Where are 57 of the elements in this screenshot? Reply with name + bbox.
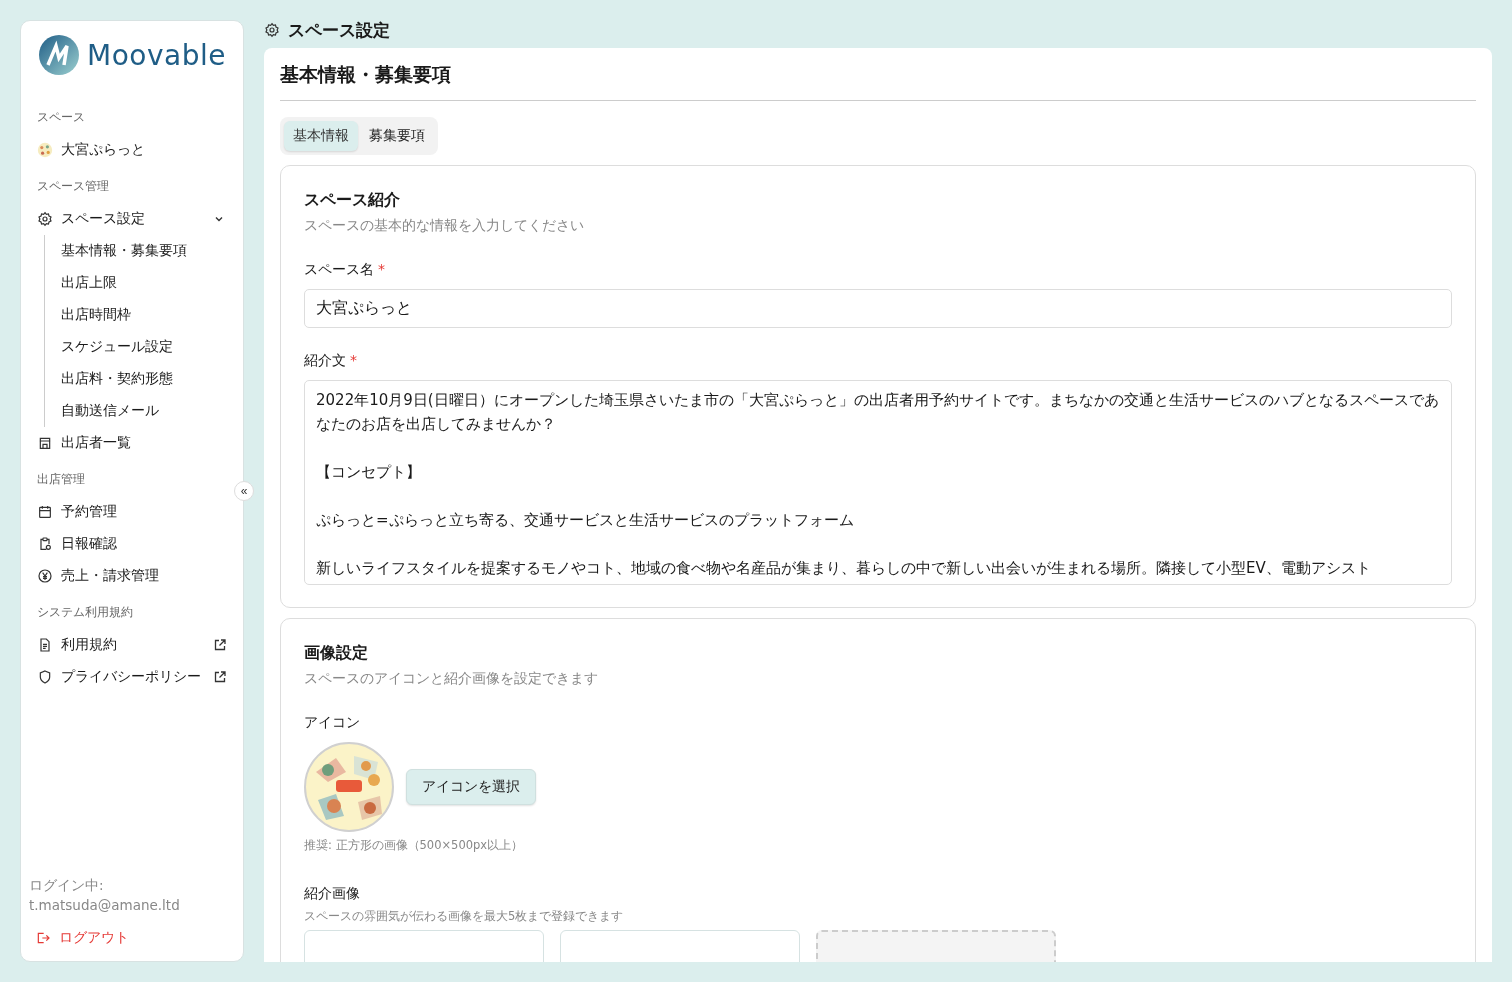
field-label: アイコン bbox=[304, 714, 360, 732]
panel-title: 基本情報・募集要項 bbox=[280, 62, 452, 87]
paragraph: 【コンセプト】 bbox=[316, 462, 422, 483]
login-label: ログイン中: bbox=[29, 876, 105, 895]
nav-item[interactable]: スペース設定 bbox=[37, 203, 227, 235]
field-label: 紹介文 bbox=[304, 352, 346, 370]
hint-text: スペースの雰囲気が伝わる画像を最大5枚まで登録できます bbox=[304, 909, 625, 924]
required-mark: * bbox=[378, 261, 385, 279]
settings-icon bbox=[37, 211, 53, 227]
document-icon bbox=[37, 637, 53, 653]
tab[interactable]: 基本情報 bbox=[284, 121, 358, 151]
paragraph: ぷらっと=ぷらっと立ち寄る、交通サービスと生活サービスのプラットフォーム bbox=[316, 510, 855, 531]
clipboard-icon bbox=[37, 536, 53, 552]
card-subtitle: スペースの基本的な情報を入力してください bbox=[304, 217, 585, 235]
logo-icon bbox=[39, 35, 79, 75]
logo-text: Moovable bbox=[87, 38, 226, 72]
section-label: 出店管理 bbox=[37, 471, 86, 488]
sub-nav-item[interactable]: 出店時間枠 bbox=[61, 299, 227, 331]
collapse-button[interactable]: « bbox=[234, 481, 254, 501]
yen-icon bbox=[37, 568, 53, 584]
textarea-field[interactable] bbox=[304, 380, 1452, 585]
select-icon-button[interactable]: アイコンを選択 bbox=[406, 769, 536, 805]
logout-icon bbox=[35, 930, 51, 946]
section-label: システム利用規約 bbox=[37, 604, 134, 621]
sub-nav-item[interactable]: 自動送信メール bbox=[61, 395, 227, 427]
sub-nav-item[interactable]: スケジュール設定 bbox=[61, 331, 227, 363]
avatar-icon bbox=[37, 142, 53, 158]
nav-item[interactable]: 出店者一覧 bbox=[37, 427, 227, 459]
paragraph: 2022年10月9日(日曜日）にオープンした埼玉県さいたま市の「大宮ぷらっと」の出店者用予約サイトです。まちなかの交通と生活サービスのハブとなるスペースであなたのお店を出店してみませんか？ bbox=[316, 390, 1440, 435]
sub-nav-item[interactable]: 出店上限 bbox=[61, 267, 227, 299]
nav-item[interactable]: 大宮ぷらっと bbox=[37, 134, 227, 166]
field-label: 紹介画像 bbox=[304, 885, 360, 903]
nav-item[interactable]: 売上・請求管理 bbox=[37, 560, 227, 592]
input-field[interactable]: 大宮ぷらっと bbox=[304, 289, 1452, 328]
nav-item[interactable]: 利用規約 bbox=[37, 629, 227, 661]
nav-item[interactable]: 予約管理 bbox=[37, 496, 227, 528]
logout-link[interactable]: ログアウト bbox=[35, 929, 129, 947]
login-email: t.matsuda@amane.ltd bbox=[29, 896, 181, 915]
shield-icon bbox=[37, 669, 53, 685]
paragraph: 新しいライフスタイルを提案するモノやコト、地域の食べ物や名産品が集まり、暮らしの中で新しい出会いが生まれる場所。隣接して小型EV、電動アシスト bbox=[316, 558, 1372, 579]
calendar-icon bbox=[37, 504, 53, 520]
sub-nav-item[interactable]: 基本情報・募集要項 bbox=[61, 235, 227, 267]
tab[interactable]: 募集要項 bbox=[360, 121, 434, 151]
card-subtitle: スペースのアイコンと紹介画像を設定できます bbox=[304, 670, 599, 688]
section-label: スペース bbox=[37, 109, 86, 126]
card-title: 画像設定 bbox=[304, 643, 369, 664]
card-title: スペース紹介 bbox=[304, 190, 401, 211]
settings-icon bbox=[264, 22, 280, 38]
sub-nav-item[interactable]: 出店料・契約形態 bbox=[61, 363, 227, 395]
field-label: スペース名 bbox=[304, 261, 374, 279]
required-mark: * bbox=[350, 352, 357, 370]
nav-item[interactable]: プライバシーポリシー bbox=[37, 661, 227, 693]
page-title: スペース設定 bbox=[288, 18, 390, 42]
section-label: スペース管理 bbox=[37, 178, 110, 195]
nav-item[interactable]: 日報確認 bbox=[37, 528, 227, 560]
hint-text: 推奨: 正方形の画像（500×500px以上） bbox=[304, 838, 525, 853]
store-icon bbox=[37, 435, 53, 451]
